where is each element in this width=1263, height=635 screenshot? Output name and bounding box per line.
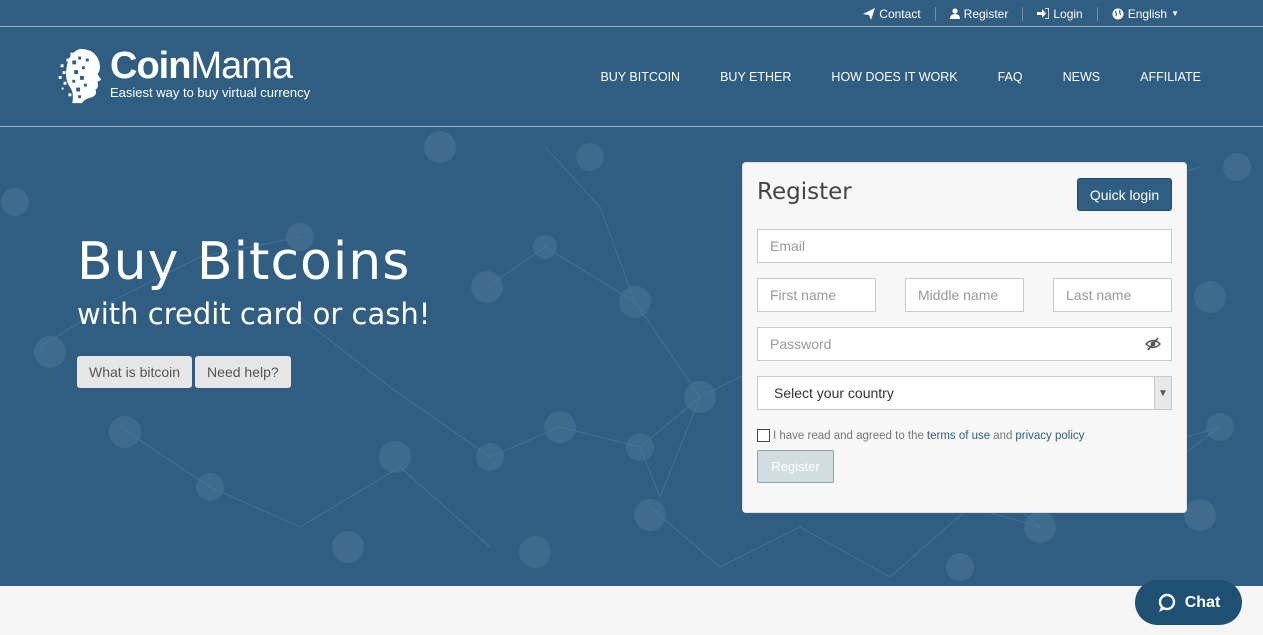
contact-link[interactable]: Contact xyxy=(849,7,934,21)
password-placeholder: Password xyxy=(770,336,832,352)
hero-subtitle: with credit card or cash! xyxy=(77,297,431,331)
login-link[interactable]: Login xyxy=(1023,7,1096,21)
user-icon xyxy=(949,8,960,19)
nav-how-it-works[interactable]: HOW DOES IT WORK xyxy=(831,70,957,84)
eye-slash-icon[interactable] xyxy=(1145,337,1161,351)
hero-section: Buy Bitcoins with credit card or cash! W… xyxy=(0,127,1263,586)
brand-tagline: Easiest way to buy virtual currency xyxy=(110,85,311,100)
terms-agreement: I have read and agreed to the terms of u… xyxy=(757,429,1087,442)
terms-of-use-link[interactable]: terms of use xyxy=(927,430,990,442)
hero-buttons: What is bitcoin Need help? xyxy=(77,356,291,388)
what-is-bitcoin-button[interactable]: What is bitcoin xyxy=(77,356,193,388)
send-icon xyxy=(863,7,876,20)
language-selector[interactable]: English ▼ xyxy=(1098,7,1193,21)
login-label: Login xyxy=(1053,6,1083,21)
middle-name-placeholder: Middle name xyxy=(918,287,999,303)
coinmama-logo-icon xyxy=(58,48,102,104)
hero-title: Buy Bitcoins xyxy=(77,232,411,292)
register-title: Register xyxy=(757,179,852,205)
email-placeholder: Email xyxy=(770,238,806,254)
terms-and-text: and xyxy=(993,429,1013,442)
country-select[interactable]: Select your country ▼ xyxy=(757,376,1172,410)
last-name-field[interactable]: Last name xyxy=(1053,278,1172,312)
middle-name-field[interactable]: Middle name xyxy=(905,278,1024,312)
globe-icon xyxy=(1112,8,1124,19)
country-select-value: Select your country xyxy=(774,385,894,401)
need-help-button[interactable]: Need help? xyxy=(195,356,291,388)
contact-label: Contact xyxy=(879,6,921,21)
top-utility-bar: Contact Register Login English ▼ xyxy=(0,0,1263,27)
last-name-placeholder: Last name xyxy=(1066,287,1132,303)
first-name-placeholder: First name xyxy=(770,287,837,303)
sign-in-icon xyxy=(1037,8,1050,19)
register-label: Register xyxy=(963,6,1009,21)
chat-label: Chat xyxy=(1184,593,1221,611)
brand-text: CoinMama Easiest way to buy virtual curr… xyxy=(110,45,310,100)
quick-login-button[interactable]: Quick login xyxy=(1077,178,1172,211)
nav-buy-bitcoin[interactable]: BUY BITCOIN xyxy=(600,70,680,84)
main-header: CoinMama Easiest way to buy virtual curr… xyxy=(0,27,1263,127)
first-name-field[interactable]: First name xyxy=(757,278,876,312)
nav-news[interactable]: NEWS xyxy=(1063,70,1101,84)
password-field[interactable]: Password xyxy=(757,327,1172,361)
nav-buy-ether[interactable]: BUY ETHER xyxy=(720,70,791,84)
nav-faq[interactable]: FAQ xyxy=(998,70,1023,84)
chat-button[interactable]: Chat xyxy=(1135,580,1242,625)
terms-text: I have read and agreed to the xyxy=(773,429,924,442)
register-form: Register Quick login Email First name Mi… xyxy=(742,162,1187,513)
chat-bubble-icon xyxy=(1158,593,1175,612)
privacy-policy-link[interactable]: privacy policy xyxy=(1015,430,1084,442)
nav-affiliate[interactable]: AFFILIATE xyxy=(1140,70,1201,84)
main-nav: BUY BITCOIN BUY ETHER HOW DOES IT WORK F… xyxy=(560,27,1201,127)
brand-logo[interactable]: CoinMama Easiest way to buy virtual curr… xyxy=(58,45,310,105)
register-link[interactable]: Register xyxy=(936,7,1023,21)
email-field[interactable]: Email xyxy=(757,229,1172,263)
brand-name: CoinMama xyxy=(110,45,293,87)
register-submit-button[interactable]: Register xyxy=(757,450,834,483)
chevron-down-icon: ▼ xyxy=(1154,377,1171,409)
language-label: English xyxy=(1127,6,1168,21)
terms-checkbox[interactable] xyxy=(757,429,770,442)
utility-links: Contact Register Login English ▼ xyxy=(849,0,1193,27)
caret-down-icon: ▼ xyxy=(1171,9,1179,18)
